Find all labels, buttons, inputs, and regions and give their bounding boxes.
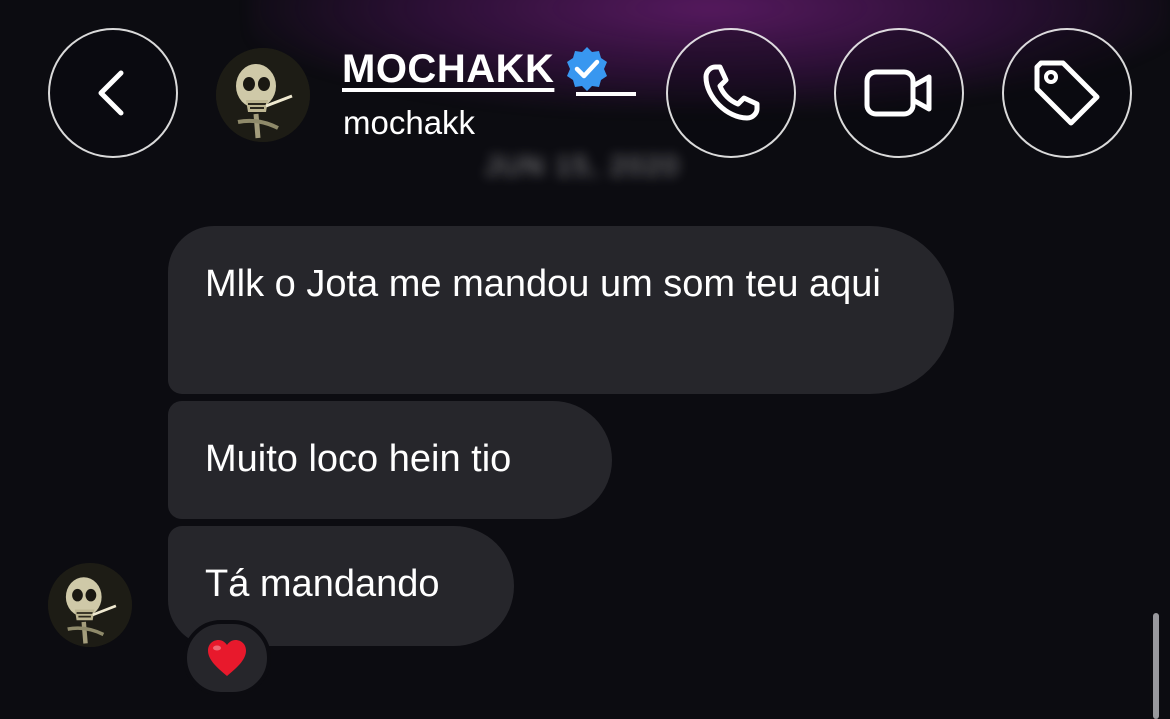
title-underline: [576, 92, 636, 96]
voice-call-button[interactable]: [666, 28, 796, 158]
back-button[interactable]: [48, 28, 178, 158]
verified-badge-icon: [567, 47, 608, 91]
skull-avatar-image: [216, 48, 310, 142]
dm-thread-screen: MOCHAKK mochakk JUN 15, 2020 Mlk o Jota …: [0, 0, 1170, 719]
username: mochakk: [343, 104, 476, 141]
date-separator: JUN 15, 2020: [485, 150, 681, 181]
tag-button[interactable]: [1002, 28, 1132, 158]
phone-icon: [703, 64, 760, 121]
video-camera-icon: [864, 69, 932, 117]
heart-icon: [208, 640, 246, 676]
chevron-left-icon: [98, 70, 124, 116]
sender-avatar[interactable]: [48, 563, 132, 647]
message-text: Muito loco hein tio: [205, 438, 512, 480]
skull-avatar-image: [48, 563, 132, 647]
message-bubble[interactable]: Mlk o Jota me mandou um som teu aqui: [168, 226, 954, 394]
thread-title[interactable]: MOCHAKK: [342, 44, 612, 94]
message-bubble[interactable]: Muito loco hein tio: [168, 401, 612, 519]
header-avatar[interactable]: [216, 48, 310, 142]
message-reaction[interactable]: [183, 620, 271, 696]
display-name: MOCHAKK: [342, 46, 555, 91]
message-text: Mlk o Jota me mandou um som teu aqui: [205, 263, 881, 305]
tag-icon: [1034, 60, 1100, 126]
message-text: Tá mandando: [205, 563, 440, 605]
scrollbar[interactable]: [1153, 613, 1159, 719]
video-call-button[interactable]: [834, 28, 964, 158]
